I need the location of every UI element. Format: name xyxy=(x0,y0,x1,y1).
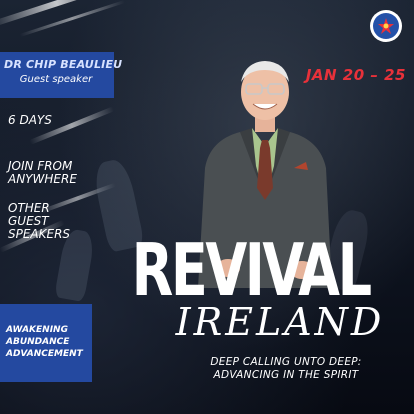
event-poster: DR CHIP BEAULIEU Guest speaker 6 DAYS JO… xyxy=(0,0,414,414)
speaker-box: DR CHIP BEAULIEU Guest speaker xyxy=(0,52,123,98)
join-line: ANYWHERE xyxy=(8,172,77,186)
event-tagline: DEEP CALLING UNTO DEEP: ADVANCING IN THE… xyxy=(186,356,386,382)
tagline-line: DEEP CALLING UNTO DEEP: xyxy=(210,356,362,368)
brush-streak xyxy=(19,0,126,37)
event-title: REVIVAL xyxy=(131,228,372,313)
theme-item: ADVANCEMENT xyxy=(6,349,83,359)
other-speakers: OTHER GUEST SPEAKERS xyxy=(8,202,70,241)
ministry-logo-icon xyxy=(370,10,402,42)
speaker-role: Guest speaker xyxy=(19,74,93,85)
brush-streak xyxy=(0,0,125,28)
theme-item: AWAKENING xyxy=(6,325,68,335)
other-line: SPEAKERS xyxy=(8,227,71,241)
speaker-name: DR CHIP BEAULIEU xyxy=(4,58,123,71)
join-info: JOIN FROM ANYWHERE xyxy=(8,160,77,186)
event-subtitle: IRELAND xyxy=(175,300,385,344)
themes-box: AWAKENING ABUNDANCE ADVANCEMENT xyxy=(0,304,92,382)
event-duration: 6 DAYS xyxy=(8,113,52,127)
tagline-line: ADVANCING IN THE SPIRIT xyxy=(213,369,359,381)
theme-item: ABUNDANCE xyxy=(6,337,70,347)
